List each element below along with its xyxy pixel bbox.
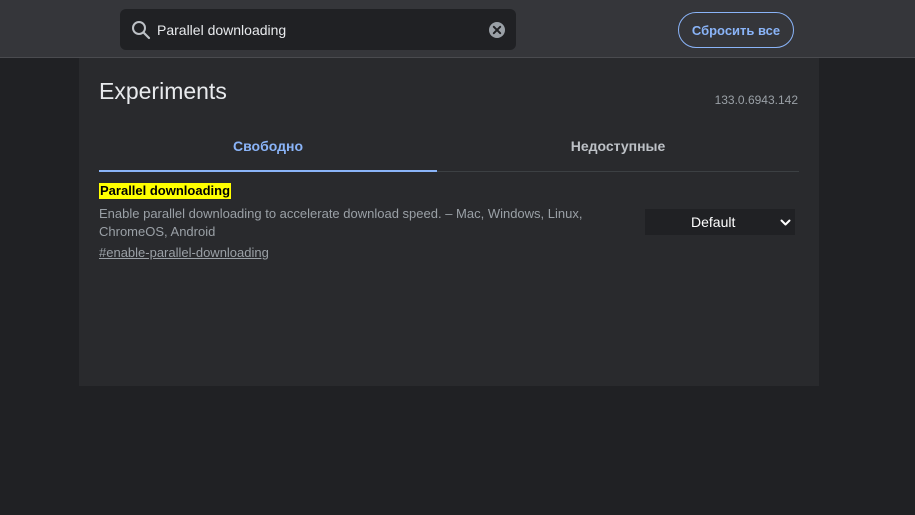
experiment-description: Enable parallel downloading to accelerat… (99, 206, 583, 239)
tab-bar: Свободно Недоступные (99, 126, 799, 172)
chevron-down-icon (780, 219, 791, 226)
tab-available[interactable]: Свободно (99, 126, 437, 172)
reset-all-button[interactable]: Сбросить все (678, 12, 794, 48)
version-label: 133.0.6943.142 (714, 93, 798, 107)
header: Сбросить все (0, 0, 915, 58)
tab-unavailable[interactable]: Недоступные (437, 126, 799, 170)
search-input[interactable] (157, 9, 477, 50)
experiment-state-select[interactable]: Default (645, 209, 795, 235)
page-title: Experiments (99, 78, 227, 104)
experiments-panel: Experiments 133.0.6943.142 Свободно Недо… (79, 58, 819, 386)
experiment-name: Parallel downloading (99, 183, 232, 199)
experiment-permalink[interactable]: #enable-parallel-downloading (99, 245, 269, 260)
select-value: Default (691, 214, 736, 230)
clear-search-icon[interactable] (488, 21, 506, 39)
search-box[interactable] (120, 9, 516, 50)
search-icon (132, 21, 151, 40)
